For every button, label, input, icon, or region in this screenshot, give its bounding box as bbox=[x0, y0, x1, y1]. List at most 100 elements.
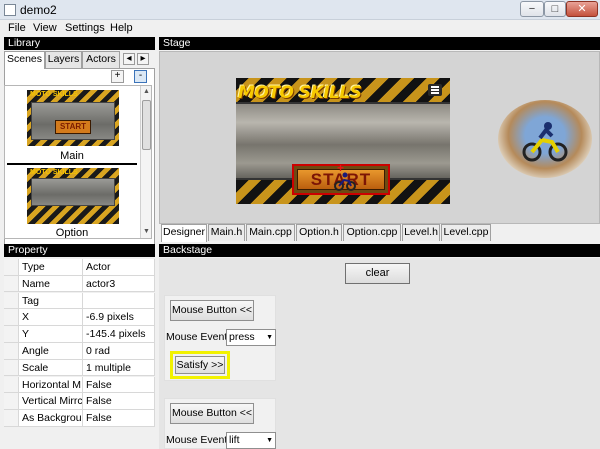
mouse-event-value: press bbox=[229, 331, 255, 343]
row-gutter bbox=[4, 326, 18, 343]
property-key: Type bbox=[18, 259, 82, 276]
property-row[interactable]: Scale 1 multiple bbox=[4, 359, 155, 377]
property-value[interactable]: 1 multiple bbox=[82, 359, 155, 377]
tab-level-h[interactable]: Level.h bbox=[402, 224, 440, 241]
menu-icon bbox=[428, 84, 442, 96]
mouse-event-label: Mouse Event bbox=[166, 434, 228, 446]
remove-scene-button[interactable]: - bbox=[134, 70, 147, 83]
scene-item-option[interactable]: MOTO SKILLS Option bbox=[5, 166, 139, 238]
property-row[interactable]: Y -145.4 pixels bbox=[4, 326, 155, 343]
property-key: As Backgrour bbox=[18, 410, 82, 427]
scroll-down-icon[interactable]: ▼ bbox=[141, 226, 151, 237]
tab-actors[interactable]: Actors bbox=[82, 51, 120, 68]
property-row[interactable]: Type Actor bbox=[4, 259, 155, 276]
property-row[interactable]: Name actor3 bbox=[4, 275, 155, 293]
property-value[interactable] bbox=[82, 292, 155, 310]
motocross-rider-icon bbox=[522, 122, 568, 162]
thumbnail-logo: MOTO SKILLS bbox=[30, 169, 78, 176]
property-key: X bbox=[18, 309, 82, 327]
scene-divider bbox=[7, 163, 137, 165]
minimize-button[interactable]: − bbox=[520, 1, 544, 17]
property-row[interactable]: Vertical Mirrc False bbox=[4, 393, 155, 411]
maximize-button[interactable]: □ bbox=[544, 1, 566, 17]
row-gutter bbox=[4, 359, 18, 377]
crosshair-icon: + bbox=[337, 161, 345, 175]
library-tabs: Scenes Layers Actors ◂ ▸ bbox=[4, 51, 155, 69]
menu-settings[interactable]: Settings bbox=[65, 22, 105, 34]
row-gutter bbox=[4, 275, 18, 293]
thumbnail-plate bbox=[31, 178, 115, 206]
title-bar: demo2 − □ ✕ bbox=[0, 0, 600, 20]
property-header: Property bbox=[4, 244, 155, 257]
scene-item-main[interactable]: MOTO SKILLS START Main bbox=[5, 86, 139, 163]
tab-prev-button[interactable]: ◂ bbox=[123, 53, 135, 65]
game-screen[interactable]: MOTO SKILLS START + bbox=[236, 78, 450, 204]
property-value[interactable]: -6.9 pixels bbox=[82, 309, 155, 327]
mouse-event-select[interactable]: lift ▼ bbox=[226, 432, 276, 449]
chevron-down-icon: ▼ bbox=[266, 334, 273, 341]
mouse-event-value: lift bbox=[229, 434, 240, 446]
tab-main-h[interactable]: Main.h bbox=[208, 224, 245, 241]
property-value[interactable]: 0 rad bbox=[82, 343, 155, 360]
scene-caption: Main bbox=[60, 150, 84, 162]
tab-layers[interactable]: Layers bbox=[45, 51, 82, 68]
scroll-thumb[interactable] bbox=[142, 100, 151, 150]
library-header: Library bbox=[4, 37, 155, 50]
rider-actor[interactable] bbox=[498, 100, 592, 178]
chevron-down-icon: ▼ bbox=[266, 437, 273, 444]
property-row[interactable]: Tag bbox=[4, 292, 155, 310]
property-value[interactable]: False bbox=[82, 393, 155, 411]
menu-file[interactable]: File bbox=[8, 22, 26, 34]
property-value[interactable]: actor3 bbox=[82, 275, 155, 293]
game-logo: MOTO SKILLS bbox=[238, 83, 362, 103]
property-value[interactable]: False bbox=[82, 410, 155, 427]
row-gutter bbox=[4, 376, 18, 394]
property-value[interactable]: False bbox=[82, 376, 155, 394]
tab-designer[interactable]: Designer bbox=[161, 224, 207, 242]
property-row[interactable]: Angle 0 rad bbox=[4, 343, 155, 360]
row-gutter bbox=[4, 343, 18, 360]
window-title: demo2 bbox=[20, 3, 57, 17]
clear-button[interactable]: clear bbox=[345, 263, 410, 284]
scenes-list[interactable]: MOTO SKILLS START Main MOTO SKILLS Optio… bbox=[4, 85, 152, 239]
thumbnail-start: START bbox=[55, 120, 91, 134]
property-value[interactable]: Actor bbox=[82, 259, 155, 276]
menu-bar: File View Settings Help bbox=[0, 20, 600, 36]
event-block: Mouse Button << Mouse Event press ▼ Sati… bbox=[164, 295, 276, 381]
row-gutter bbox=[4, 309, 18, 327]
property-key: Horizontal M bbox=[18, 376, 82, 394]
tab-option-cpp[interactable]: Option.cpp bbox=[343, 224, 401, 241]
menu-help[interactable]: Help bbox=[110, 22, 133, 34]
row-gutter bbox=[4, 393, 18, 411]
backstage-header: Backstage bbox=[159, 244, 600, 257]
satisfy-button[interactable]: Satisfy >> bbox=[175, 356, 225, 374]
property-row[interactable]: As Backgrour False bbox=[4, 410, 155, 427]
property-key: Scale bbox=[18, 359, 82, 377]
menu-view[interactable]: View bbox=[33, 22, 57, 34]
row-gutter bbox=[4, 292, 18, 310]
tab-main-cpp[interactable]: Main.cpp bbox=[246, 224, 295, 241]
tab-scenes[interactable]: Scenes bbox=[4, 51, 45, 69]
app-icon bbox=[4, 4, 16, 16]
mouse-button-button[interactable]: Mouse Button << bbox=[170, 403, 254, 424]
tab-level-cpp[interactable]: Level.cpp bbox=[441, 224, 491, 241]
close-button[interactable]: ✕ bbox=[566, 1, 598, 17]
row-gutter bbox=[4, 259, 18, 276]
mouse-event-select[interactable]: press ▼ bbox=[226, 329, 276, 346]
stage-canvas[interactable]: MOTO SKILLS START + bbox=[159, 51, 600, 224]
tab-option-h[interactable]: Option.h bbox=[296, 224, 342, 241]
property-row[interactable]: X -6.9 pixels bbox=[4, 309, 155, 327]
property-value[interactable]: -145.4 pixels bbox=[82, 326, 155, 343]
scene-thumbnail: MOTO SKILLS bbox=[27, 168, 119, 224]
scenes-scrollbar[interactable]: ▲ ▼ bbox=[140, 86, 151, 238]
stage-header: Stage bbox=[159, 37, 600, 50]
property-key: Angle bbox=[18, 343, 82, 360]
scene-thumbnail: MOTO SKILLS START bbox=[27, 90, 119, 146]
add-scene-button[interactable]: + bbox=[111, 70, 124, 83]
property-row[interactable]: Horizontal M False bbox=[4, 376, 155, 394]
thumbnail-logo: MOTO SKILLS bbox=[30, 91, 78, 98]
mouse-button-button[interactable]: Mouse Button << bbox=[170, 300, 254, 321]
scroll-up-icon[interactable]: ▲ bbox=[141, 86, 151, 97]
tab-next-button[interactable]: ▸ bbox=[137, 53, 149, 65]
row-gutter bbox=[4, 410, 18, 427]
